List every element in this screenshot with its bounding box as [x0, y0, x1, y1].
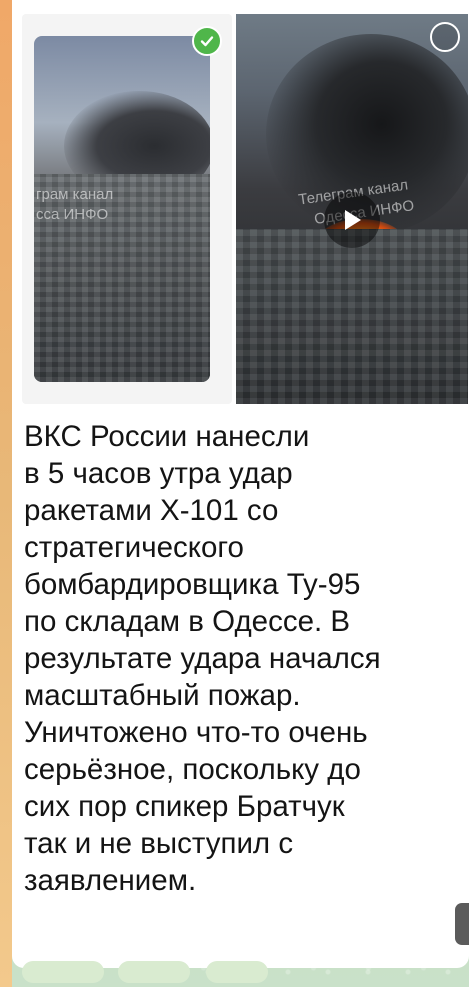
- wallpaper-edge: [0, 0, 12, 987]
- photo-watermark-line1: грам канал: [36, 186, 114, 203]
- video-cityscape: [236, 228, 468, 404]
- reaction-chip[interactable]: [118, 961, 190, 983]
- photo-thumbnail[interactable]: грам канал сса ИНФО: [22, 14, 232, 404]
- selected-check-icon[interactable]: [192, 26, 222, 56]
- reactions-row: [22, 961, 442, 987]
- photo-image: грам канал сса ИНФО: [34, 36, 210, 382]
- unselected-circle-icon[interactable]: [430, 22, 460, 52]
- reaction-chip[interactable]: [206, 961, 268, 983]
- media-album: грам канал сса ИНФО Телеграм канал Одесс…: [22, 14, 468, 404]
- video-thumbnail[interactable]: Телеграм канал Одесса ИНФО: [236, 14, 468, 404]
- photo-watermark-line2: сса ИНФО: [36, 206, 109, 223]
- play-icon[interactable]: [324, 192, 380, 248]
- message-text: ВКС России нанесли в 5 часов утра удар р…: [24, 420, 381, 897]
- reaction-chip[interactable]: [22, 961, 104, 983]
- scroll-handle[interactable]: [455, 903, 469, 945]
